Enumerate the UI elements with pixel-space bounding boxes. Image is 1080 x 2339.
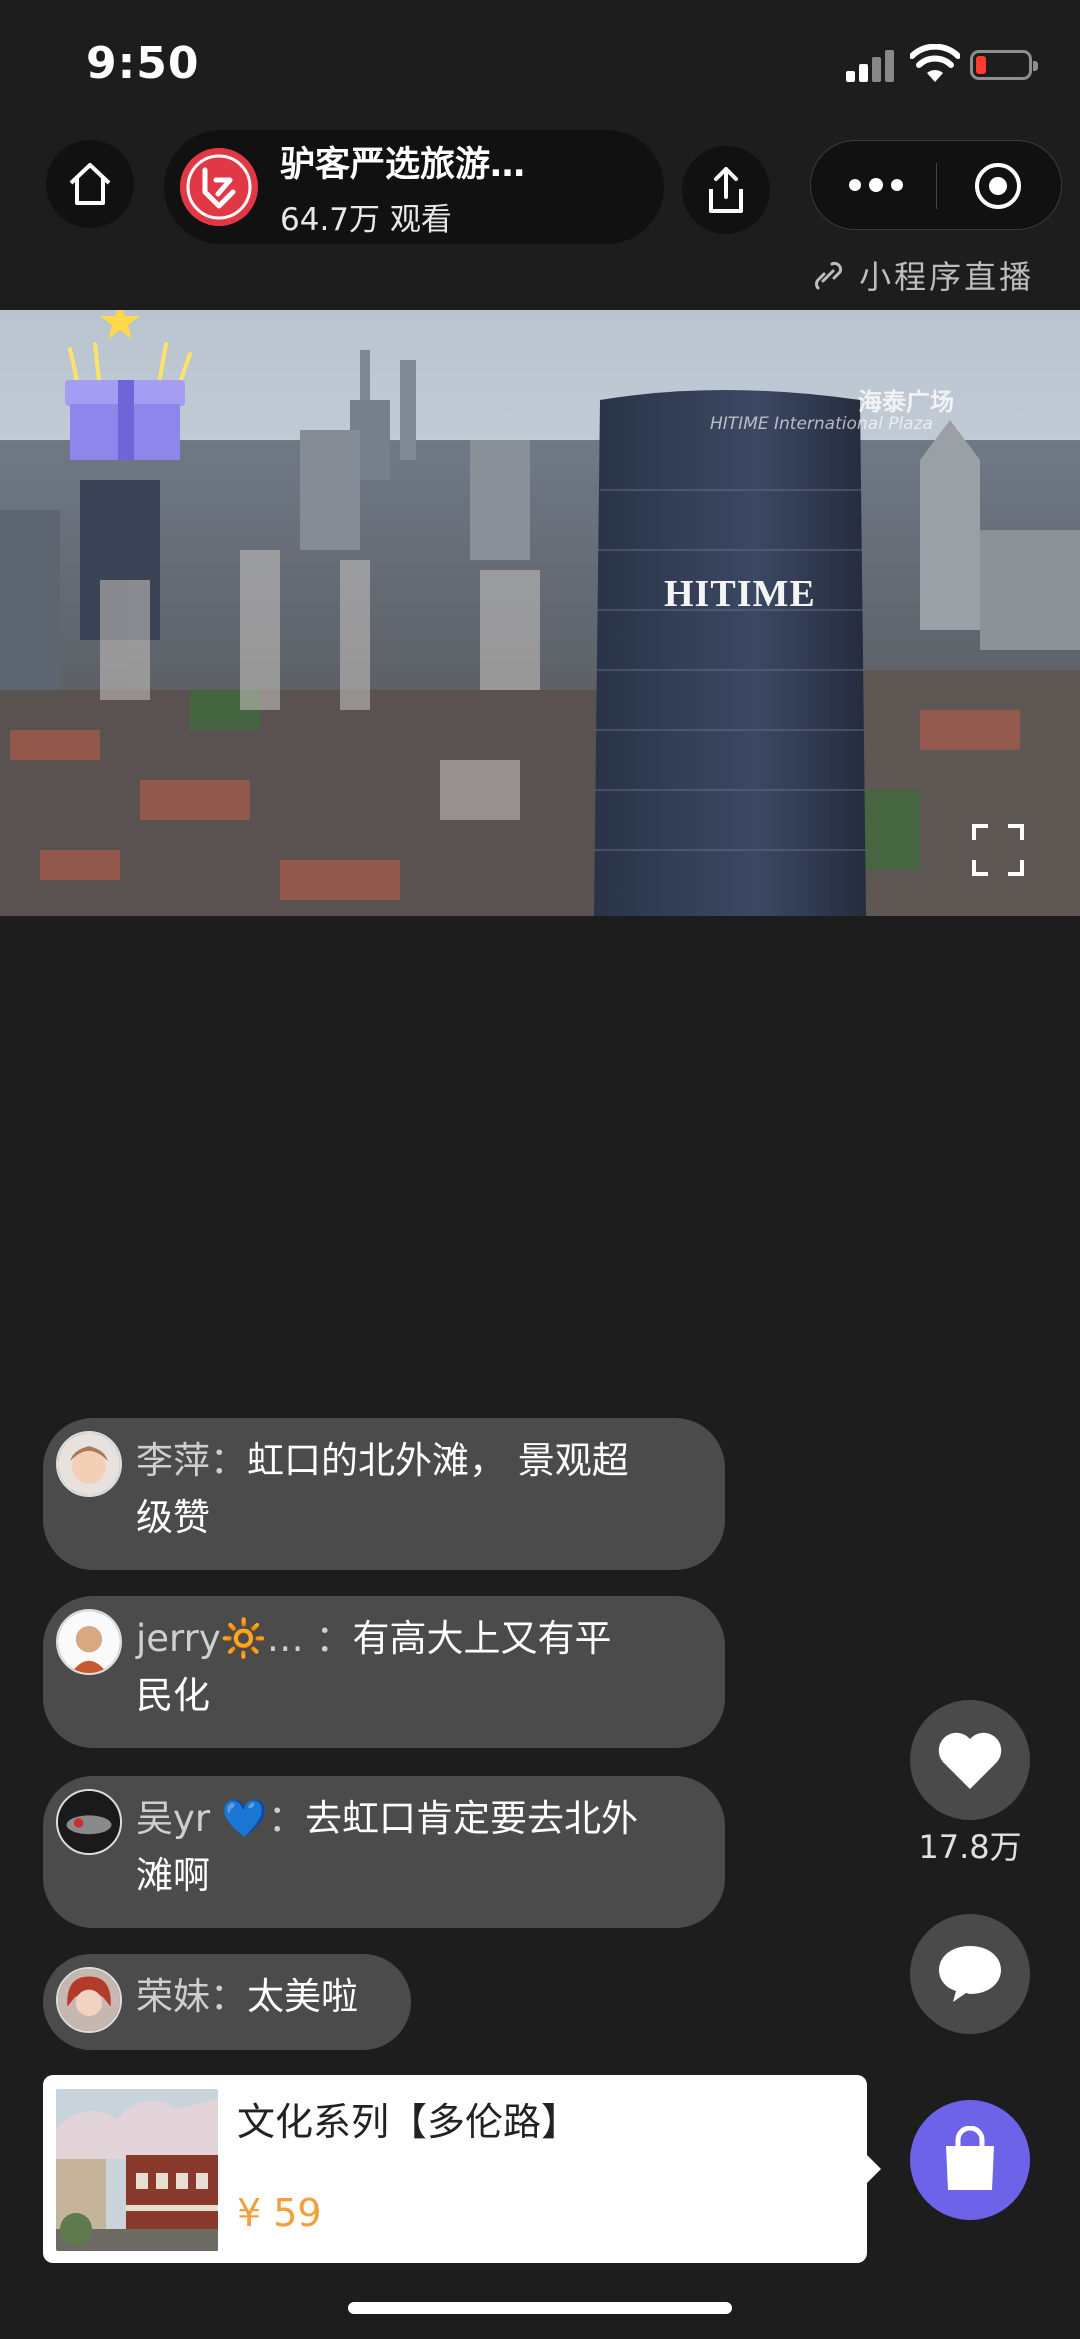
shopping-cart-button[interactable] (910, 2100, 1030, 2220)
comment-text: 吴yr 💙：去虹口肯定要去北外 滩啊 (136, 1790, 638, 1904)
gift-box-icon[interactable] (40, 310, 210, 464)
fullscreen-icon[interactable] (970, 822, 1026, 878)
mini-program-live-text: 小程序直播 (859, 258, 1035, 296)
comment-bubble: 李萍：虹口的北外滩， 景观超 级赞 (43, 1418, 725, 1570)
wifi-icon (910, 44, 960, 82)
comment-user: jerry🔆… ： (136, 1617, 353, 1660)
cellular-signal-icon (846, 50, 896, 82)
comment-content-line2: 滩啊 (136, 1854, 210, 1897)
heart-icon (938, 1732, 1002, 1789)
building-sign: HITIME (664, 573, 816, 615)
video-watermark-en: HITIME International Plaza (710, 414, 933, 434)
viewer-count: 64.7万 观看 (280, 202, 452, 238)
share-icon (709, 167, 743, 213)
mini-program-capsule (810, 140, 1062, 230)
comment-content: 去虹口肯定要去北外 (304, 1797, 638, 1840)
like-button[interactable] (910, 1700, 1030, 1820)
comment-content: 虹口的北外滩， 景观超 (247, 1439, 629, 1482)
battery-icon (970, 50, 1038, 80)
close-target-icon[interactable] (973, 161, 1023, 211)
comment-content: 有高大上又有平 (352, 1617, 612, 1660)
live-video-player[interactable]: 海泰广场 HITIME International Plaza HITIME (0, 310, 1080, 916)
home-indicator[interactable] (348, 2302, 732, 2314)
comment-text: 荣妹：太美啦 (136, 1968, 358, 2025)
product-card[interactable]: 文化系列【多伦路】 ¥ 59 (43, 2075, 881, 2263)
comment-bubble: 吴yr 💙：去虹口肯定要去北外 滩啊 (43, 1776, 725, 1928)
comment-text: 李萍：虹口的北外滩， 景观超 级赞 (136, 1432, 629, 1546)
more-dots-icon[interactable] (847, 171, 905, 199)
home-button[interactable] (46, 140, 134, 228)
avatar (56, 1789, 122, 1855)
like-count: 17.8万 (918, 1828, 1022, 1866)
channel-name: 驴客严选旅游… (280, 145, 526, 185)
comment-user: 荣妹： (136, 1975, 247, 2018)
avatar (56, 1609, 122, 1675)
comment-user: 李萍： (136, 1439, 247, 1482)
product-price: ¥ 59 (237, 2191, 322, 2235)
comment-content: 太美啦 (247, 1975, 358, 2018)
link-icon (815, 261, 843, 290)
status-time: 9:50 (86, 38, 200, 89)
shopping-bag-icon (946, 2126, 994, 2190)
comment-text: jerry🔆… ：有高大上又有平 民化 (136, 1610, 612, 1724)
lvke-logo-icon (180, 148, 258, 226)
home-icon (69, 163, 111, 205)
chat-bubble-icon (939, 1946, 1001, 2002)
share-button[interactable] (682, 146, 770, 234)
comment-user: 吴yr 💙： (136, 1797, 305, 1840)
comment-content-line2: 级赞 (136, 1496, 210, 1539)
mini-program-live-label: 小程序直播 (810, 252, 1034, 298)
video-watermark-cn: 海泰广场 (858, 388, 954, 416)
avatar (56, 1431, 122, 1497)
comment-button[interactable] (910, 1914, 1030, 2034)
avatar (56, 1967, 122, 2033)
comment-content-line2: 民化 (136, 1674, 210, 1717)
product-thumbnail (56, 2089, 218, 2251)
comment-bubble: 荣妹：太美啦 (43, 1954, 411, 2050)
comment-bubble: jerry🔆… ：有高大上又有平 民化 (43, 1596, 725, 1748)
product-title: 文化系列【多伦路】 (237, 2100, 580, 2144)
